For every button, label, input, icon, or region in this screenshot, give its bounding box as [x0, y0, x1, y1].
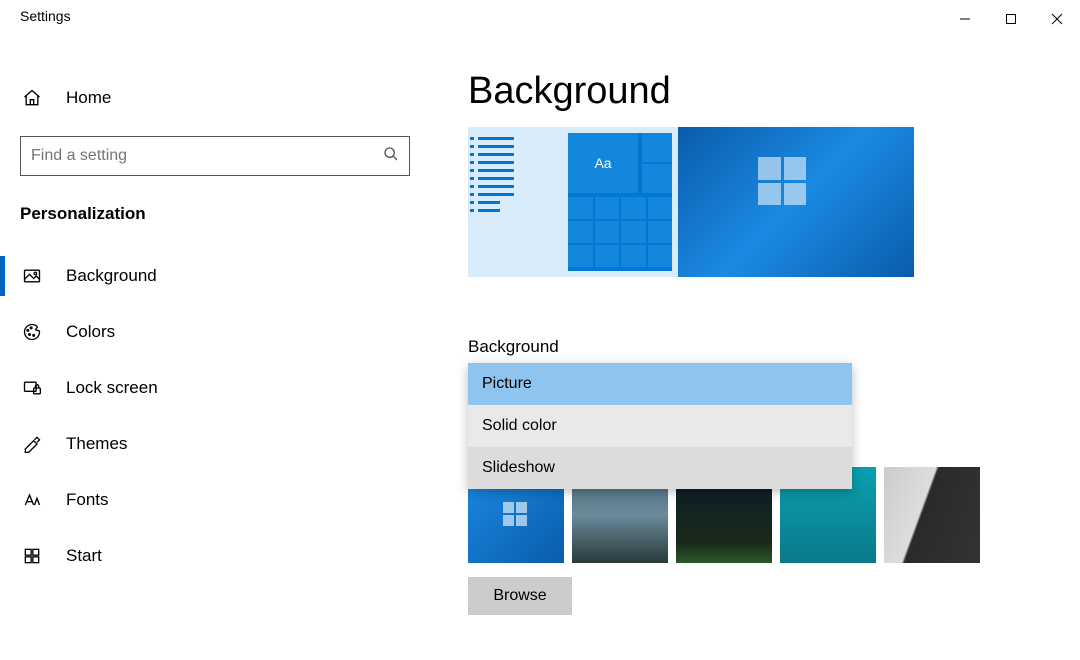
sidebar-item-label: Colors: [66, 322, 115, 342]
sidebar-item-colors[interactable]: Colors: [0, 304, 430, 360]
page-title: Background: [468, 70, 1060, 113]
dropdown-option-picture[interactable]: Picture: [468, 363, 852, 405]
sidebar-item-label: Lock screen: [66, 378, 158, 398]
close-icon: [1051, 13, 1063, 25]
windows-logo-icon: [503, 502, 527, 526]
minimize-icon: [959, 13, 971, 25]
home-icon: [20, 86, 44, 110]
search-icon: [383, 146, 399, 167]
lockscreen-icon: [20, 376, 44, 400]
sidebar-item-background[interactable]: Background: [0, 248, 430, 304]
settings-window: Settings Home Personalization: [0, 0, 1080, 660]
minimize-button[interactable]: [942, 4, 988, 34]
sidebar-item-start[interactable]: Start: [0, 528, 430, 584]
sidebar-item-label: Fonts: [66, 490, 109, 510]
preview-menu-lines: [478, 137, 514, 217]
close-button[interactable]: [1034, 4, 1080, 34]
preview-taskbar-area: Aa: [468, 127, 678, 277]
desktop-preview: Aa: [468, 127, 914, 277]
preview-sample-text: Aa: [568, 133, 638, 193]
sidebar: Home Personalization Background Colors: [0, 70, 430, 584]
search-box[interactable]: [20, 136, 410, 176]
fonts-icon: [20, 488, 44, 512]
themes-icon: [20, 432, 44, 456]
home-label: Home: [66, 88, 111, 108]
dropdown-option-slideshow[interactable]: Slideshow: [468, 447, 852, 489]
preview-start-tiles: Aa: [568, 133, 672, 271]
picture-icon: [20, 264, 44, 288]
sidebar-item-label: Start: [66, 546, 102, 566]
section-header: Personalization: [0, 196, 430, 248]
maximize-button[interactable]: [988, 4, 1034, 34]
app-title: Settings: [20, 8, 71, 24]
dropdown-option-solidcolor[interactable]: Solid color: [468, 405, 852, 447]
dropdown-option-label: Slideshow: [482, 459, 555, 477]
sidebar-item-fonts[interactable]: Fonts: [0, 472, 430, 528]
windows-logo-icon: [758, 157, 806, 205]
palette-icon: [20, 320, 44, 344]
dropdown-option-label: Picture: [482, 375, 532, 393]
sidebar-item-label: Background: [66, 266, 157, 286]
background-field-label: Background: [468, 337, 1060, 357]
background-dropdown[interactable]: Picture Solid color Slideshow: [468, 363, 852, 489]
search-input[interactable]: [31, 147, 383, 165]
titlebar-controls: [942, 4, 1080, 34]
dropdown-option-label: Solid color: [482, 417, 557, 435]
start-icon: [20, 544, 44, 568]
sidebar-item-lockscreen[interactable]: Lock screen: [0, 360, 430, 416]
maximize-icon: [1005, 13, 1017, 25]
preview-wallpaper: [678, 127, 914, 277]
home-nav-item[interactable]: Home: [0, 70, 430, 126]
sidebar-item-label: Themes: [66, 434, 127, 454]
sidebar-item-themes[interactable]: Themes: [0, 416, 430, 472]
content-area: Background Aa Background Picture: [468, 70, 1060, 660]
thumbnail-5[interactable]: [884, 467, 980, 563]
browse-button[interactable]: Browse: [468, 577, 572, 615]
